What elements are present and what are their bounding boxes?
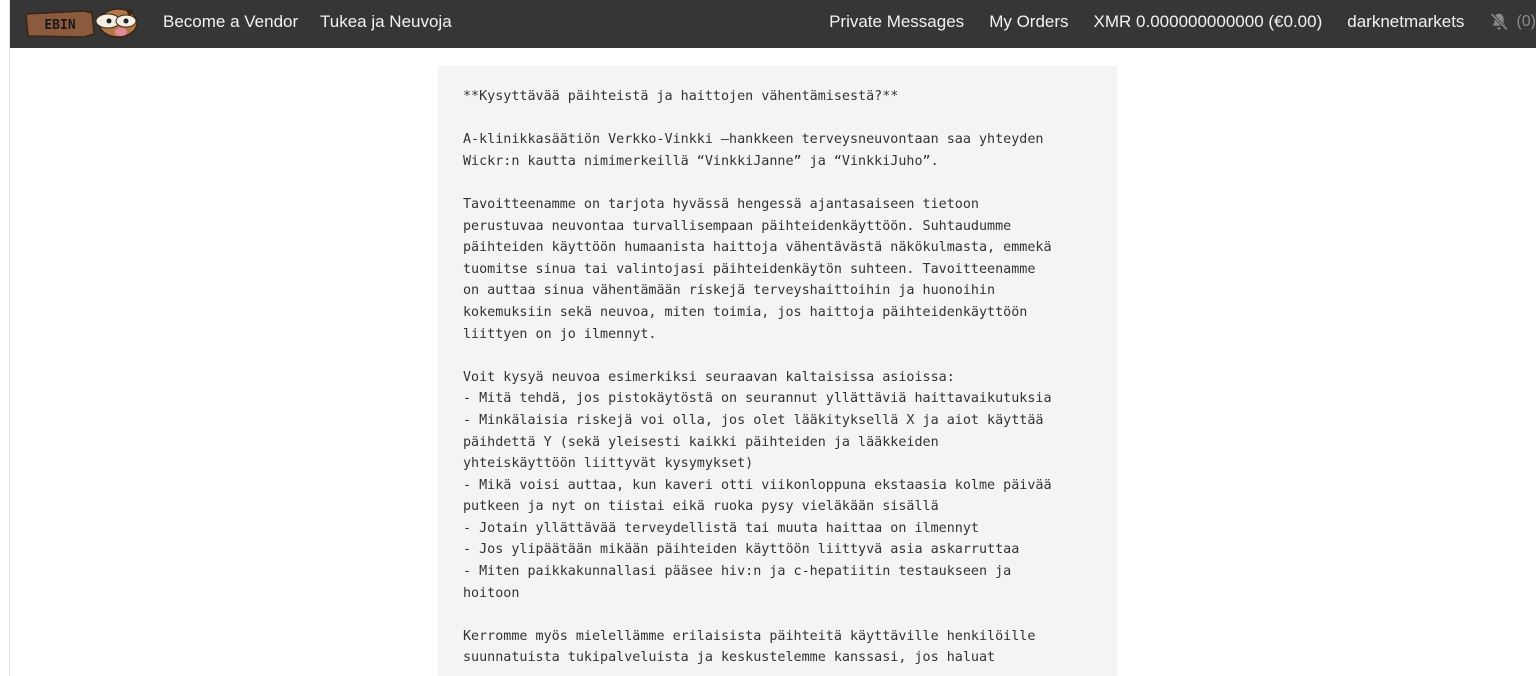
my-orders-link[interactable]: My Orders <box>989 12 1068 32</box>
bell-slash-icon <box>1490 13 1509 31</box>
top-navbar: EBIN Become a Vendor Tukea ja Neuvoja Pr… <box>10 0 1536 48</box>
notification-count: (0) <box>1516 13 1536 30</box>
username-link[interactable]: darknetmarkets <box>1347 12 1464 32</box>
nav-right-group: Private Messages My Orders XMR 0.0000000… <box>829 12 1536 32</box>
ebin-logo[interactable]: EBIN <box>22 4 140 42</box>
wallet-balance[interactable]: XMR 0.000000000000 (€0.00) <box>1094 12 1323 32</box>
become-vendor-link[interactable]: Become a Vendor <box>163 12 298 32</box>
private-messages-link[interactable]: Private Messages <box>829 12 964 32</box>
post-body-text: **Kysyttävää päihteistä ja haittojen väh… <box>463 89 1052 666</box>
notifications-button[interactable]: (0) <box>1488 11 1536 33</box>
support-link[interactable]: Tukea ja Neuvoja <box>320 12 452 32</box>
post-content-box: **Kysyttävää päihteistä ja haittojen väh… <box>438 66 1117 676</box>
page-left-border <box>0 0 10 676</box>
logo-text: EBIN <box>44 18 75 33</box>
